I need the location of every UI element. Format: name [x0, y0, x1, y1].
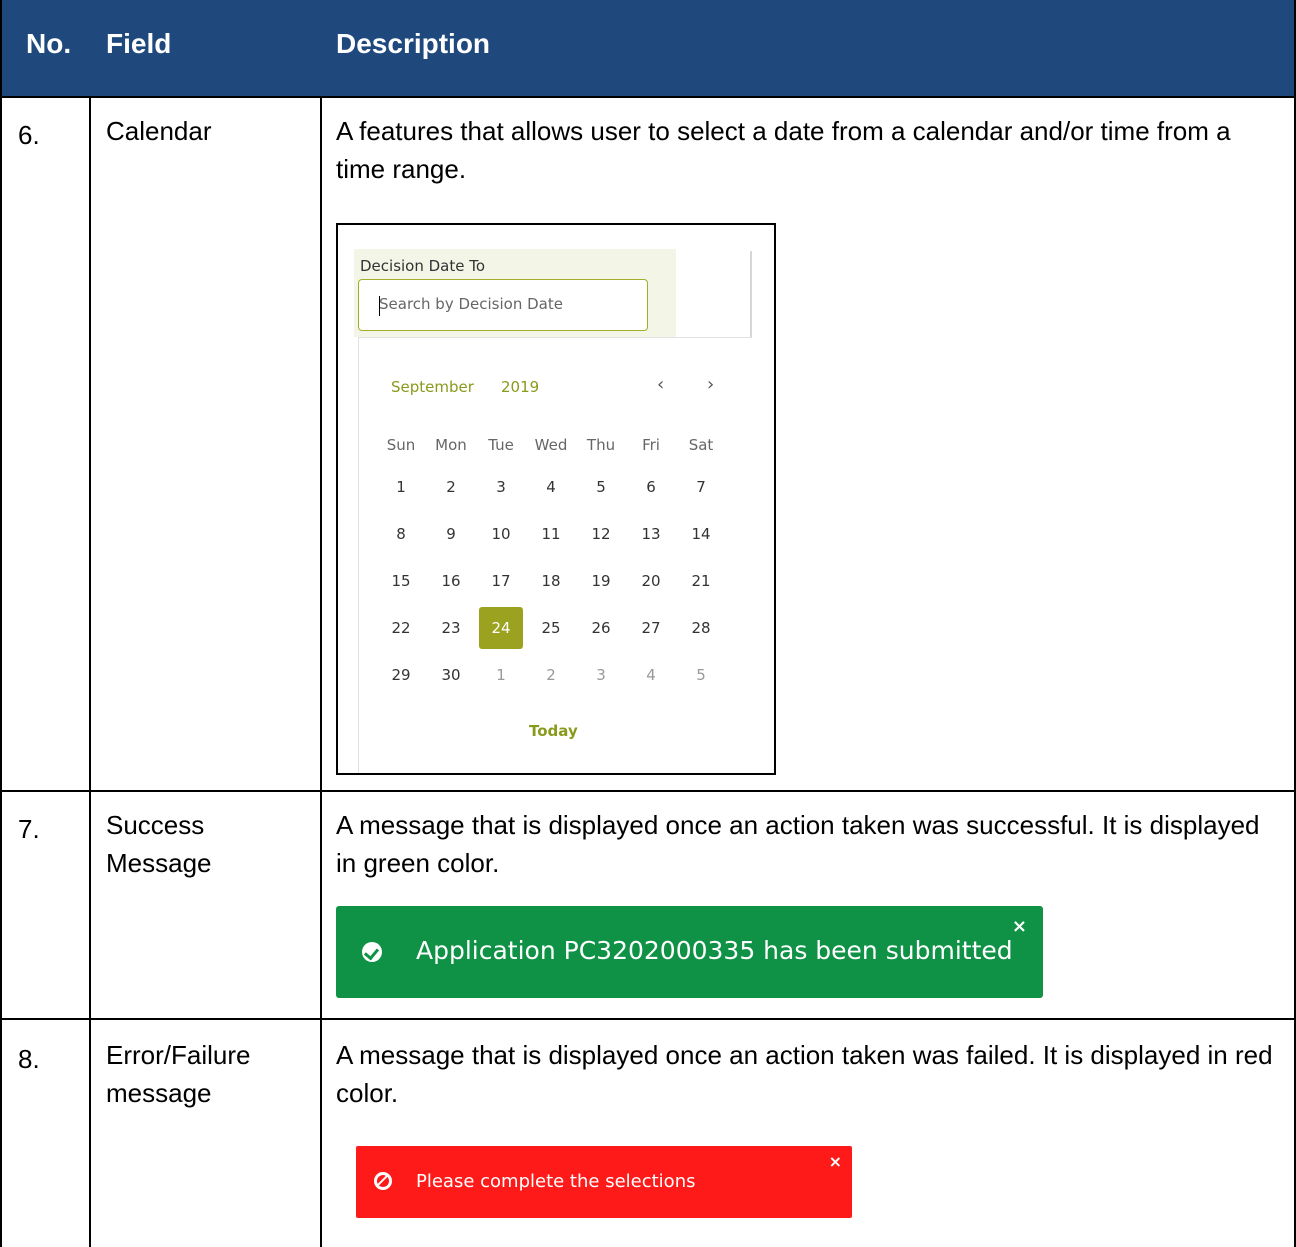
calendar-day[interactable]: 1	[379, 466, 423, 508]
close-icon[interactable]: ×	[829, 1152, 842, 1171]
table-header: No. Field Description	[0, 0, 1296, 97]
row-field-line-2: message	[106, 1078, 212, 1108]
calendar-day[interactable]: 9	[429, 513, 473, 555]
calendar-screenshot: Decision Date To September 2019 ‹ › SunM…	[336, 223, 776, 775]
weekday-label: Sun	[386, 436, 416, 454]
calendar-day[interactable]: 10	[479, 513, 523, 555]
calendar-day[interactable]: 3	[579, 654, 623, 696]
calendar-day[interactable]: 4	[629, 654, 673, 696]
calendar-day[interactable]: 14	[679, 513, 723, 555]
calendar-day[interactable]: 5	[579, 466, 623, 508]
calendar-day[interactable]: 15	[379, 560, 423, 602]
calendar-year[interactable]: 2019	[501, 378, 539, 396]
row-field-line-2: Message	[106, 848, 212, 878]
calendar-day[interactable]: 12	[579, 513, 623, 555]
weekday-label: Mon	[435, 436, 467, 454]
calendar-day[interactable]: 7	[679, 466, 723, 508]
header-description: Description	[336, 28, 491, 59]
weekday-label: Tue	[488, 436, 514, 454]
calendar-day[interactable]: 28	[679, 607, 723, 649]
calendar-day[interactable]: 27	[629, 607, 673, 649]
calendar-day[interactable]: 4	[529, 466, 573, 508]
row-number: 6.	[18, 120, 40, 150]
row-divider	[0, 790, 1296, 792]
calendar-day[interactable]: 30	[429, 654, 473, 696]
weekday-label: Fri	[642, 436, 660, 454]
header-field: Field	[106, 28, 172, 59]
row-number: 8.	[18, 1044, 40, 1074]
table-divider-field	[320, 97, 322, 1247]
decision-date-label: Decision Date To	[360, 257, 486, 275]
calendar-day-selected[interactable]: 24	[479, 607, 523, 649]
calendar-day[interactable]: 11	[529, 513, 573, 555]
field-description-table: No. Field Description 6. Calendar A feat…	[0, 0, 1296, 1247]
decision-date-input-box[interactable]	[358, 279, 648, 331]
today-button[interactable]: Today	[529, 722, 578, 740]
success-message-banner: Application PC3202000335 has been submit…	[336, 906, 1043, 998]
calendar-day[interactable]: 5	[679, 654, 723, 696]
row-description: A features that allows user to select a …	[336, 116, 1231, 184]
date-picker-popup: September 2019 ‹ › Sun Mon Tue Wed Thu Fri Sat…	[358, 337, 752, 773]
error-message-text: Please complete the selections	[416, 1171, 696, 1192]
calendar-day[interactable]: 2	[429, 466, 473, 508]
calendar-day[interactable]: 3	[479, 466, 523, 508]
ban-icon	[374, 1172, 392, 1190]
calendar-day[interactable]: 20	[629, 560, 673, 602]
next-month-icon[interactable]: ›	[707, 374, 714, 395]
calendar-day[interactable]: 13	[629, 513, 673, 555]
row-description: A message that is displayed once an acti…	[336, 810, 1260, 878]
table-border-left	[0, 0, 2, 1247]
table-divider-no	[89, 97, 91, 1247]
calendar-day[interactable]: 8	[379, 513, 423, 555]
calendar-month[interactable]: September	[391, 378, 474, 396]
error-message-banner: Please complete the selections ×	[356, 1146, 852, 1218]
calendar-day[interactable]: 19	[579, 560, 623, 602]
row-description: A message that is displayed once an acti…	[336, 1040, 1273, 1108]
calendar-day[interactable]: 22	[379, 607, 423, 649]
calendar-day[interactable]: 26	[579, 607, 623, 649]
calendar-day[interactable]: 25	[529, 607, 573, 649]
weekday-label: Sat	[688, 436, 714, 454]
row-divider	[0, 96, 1296, 98]
calendar-day[interactable]: 6	[629, 466, 673, 508]
weekday-label: Wed	[534, 436, 568, 454]
prev-month-icon[interactable]: ‹	[657, 374, 664, 395]
header-no: No.	[26, 28, 72, 59]
row-number: 7.	[18, 814, 40, 844]
calendar-day[interactable]: 23	[429, 607, 473, 649]
calendar-day[interactable]: 17	[479, 560, 523, 602]
calendar-day[interactable]: 18	[529, 560, 573, 602]
weekday-label: Thu	[586, 436, 616, 454]
row-field-line-1: Success	[106, 810, 205, 840]
close-icon[interactable]: ×	[1012, 916, 1027, 937]
row-divider	[0, 1018, 1296, 1020]
calendar-day[interactable]: 1	[479, 654, 523, 696]
row-field-line-1: Error/Failure	[106, 1040, 251, 1070]
row-field: Calendar	[106, 116, 212, 146]
success-message-text: Application PC3202000335 has been submit…	[416, 936, 1013, 965]
check-circle-icon	[362, 942, 382, 962]
calendar-day[interactable]: 21	[679, 560, 723, 602]
calendar-day[interactable]: 29	[379, 654, 423, 696]
decision-date-input[interactable]	[379, 280, 639, 328]
calendar-day[interactable]: 16	[429, 560, 473, 602]
calendar-day[interactable]: 2	[529, 654, 573, 696]
